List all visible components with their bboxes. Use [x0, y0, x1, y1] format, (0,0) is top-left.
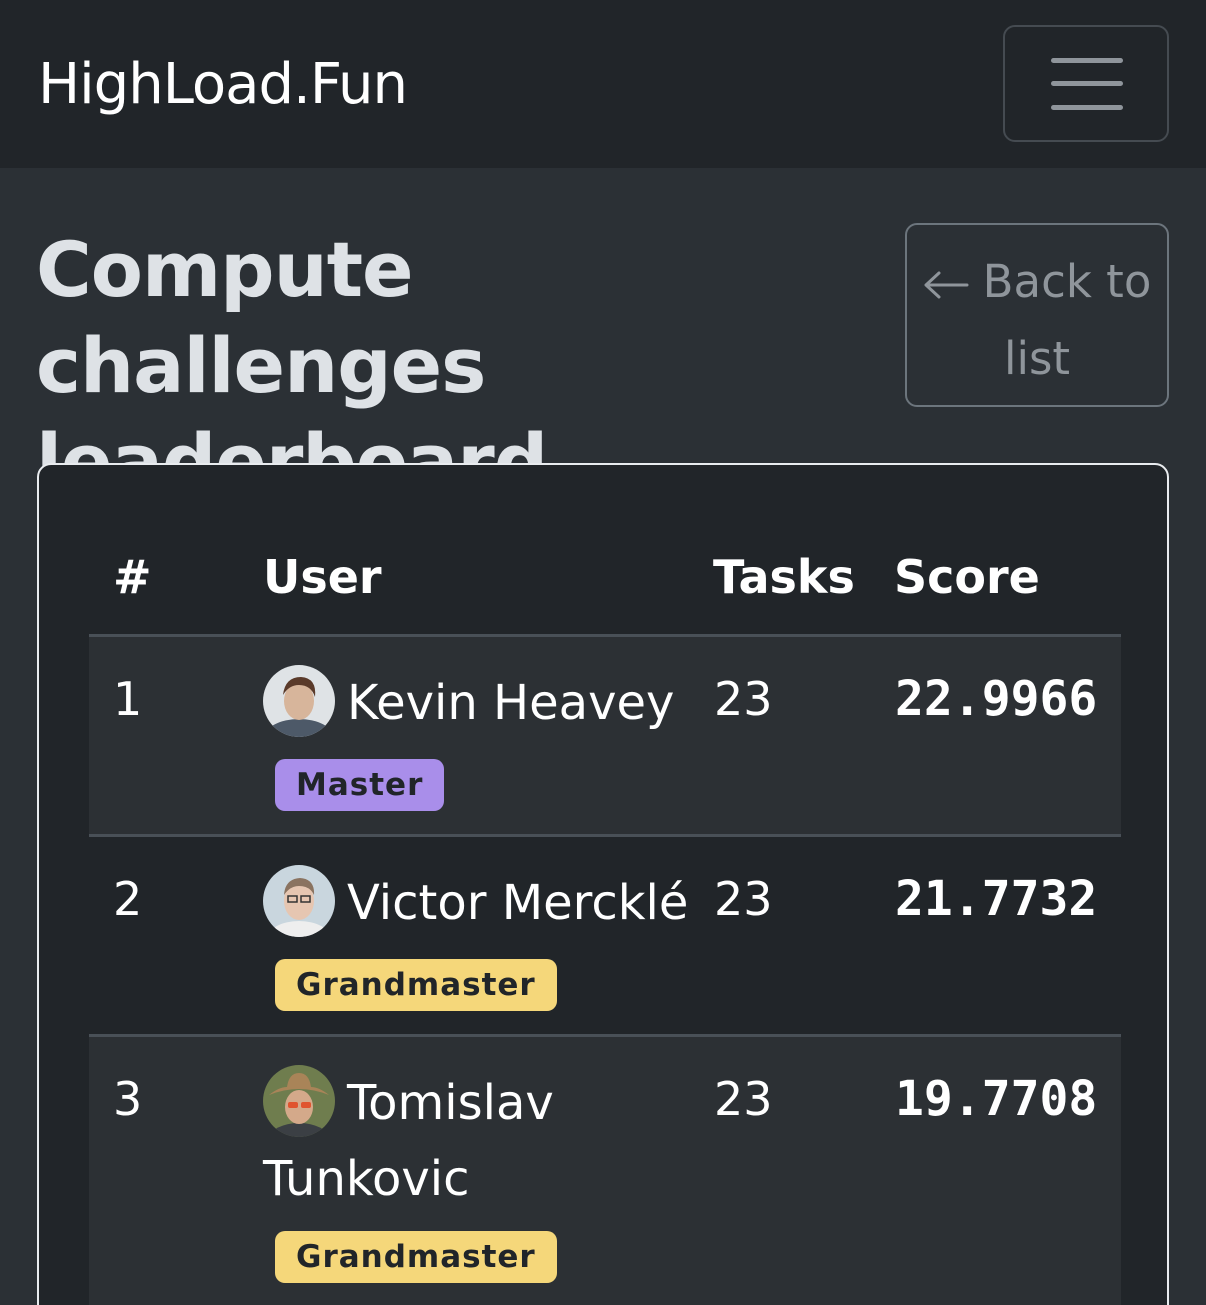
- arrow-left-icon: [923, 248, 969, 322]
- avatar: [263, 665, 335, 737]
- score-cell: 21.7732: [895, 871, 1098, 927]
- table-row: 1 Kevin Heavey 23 22.9966 Master: [89, 637, 1121, 837]
- back-to-list-button[interactable]: Back to list: [905, 223, 1169, 407]
- rank-badge: Grandmaster: [275, 959, 557, 1011]
- rank-cell: 1: [113, 672, 143, 726]
- score-cell: 19.7708: [895, 1071, 1098, 1127]
- tasks-cell: 23: [714, 1072, 773, 1126]
- back-to-list-label: Back to list: [982, 255, 1152, 385]
- tasks-cell: 23: [714, 872, 773, 926]
- score-cell: 22.9966: [895, 671, 1098, 727]
- rank-cell: 3: [113, 1072, 143, 1126]
- column-header-score: Score: [894, 550, 1040, 604]
- brand-link[interactable]: HighLoad.Fun: [38, 50, 408, 120]
- leaderboard-card: # User Tasks Score 1 Kevin Heavey 23 22.…: [37, 463, 1169, 1305]
- rank-cell: 2: [113, 872, 143, 926]
- menu-toggle-button[interactable]: [1003, 25, 1169, 142]
- rank-badge: Master: [275, 759, 445, 811]
- table-header: # User Tasks Score: [89, 465, 1121, 637]
- column-header-user: User: [263, 550, 382, 604]
- navbar: HighLoad.Fun: [0, 0, 1206, 168]
- table-row: 2 Victor Mercklé 23 21.7732 Grandmaster: [89, 837, 1121, 1037]
- column-header-rank: #: [113, 550, 152, 604]
- table-row: 3 Tomislav Tunkovic 23 19.7708 Grandmast…: [89, 1037, 1121, 1305]
- column-header-tasks: Tasks: [713, 550, 855, 604]
- rank-badge: Grandmaster: [275, 1231, 557, 1283]
- avatar: [263, 1065, 335, 1137]
- tasks-cell: 23: [714, 672, 773, 726]
- avatar: [263, 865, 335, 937]
